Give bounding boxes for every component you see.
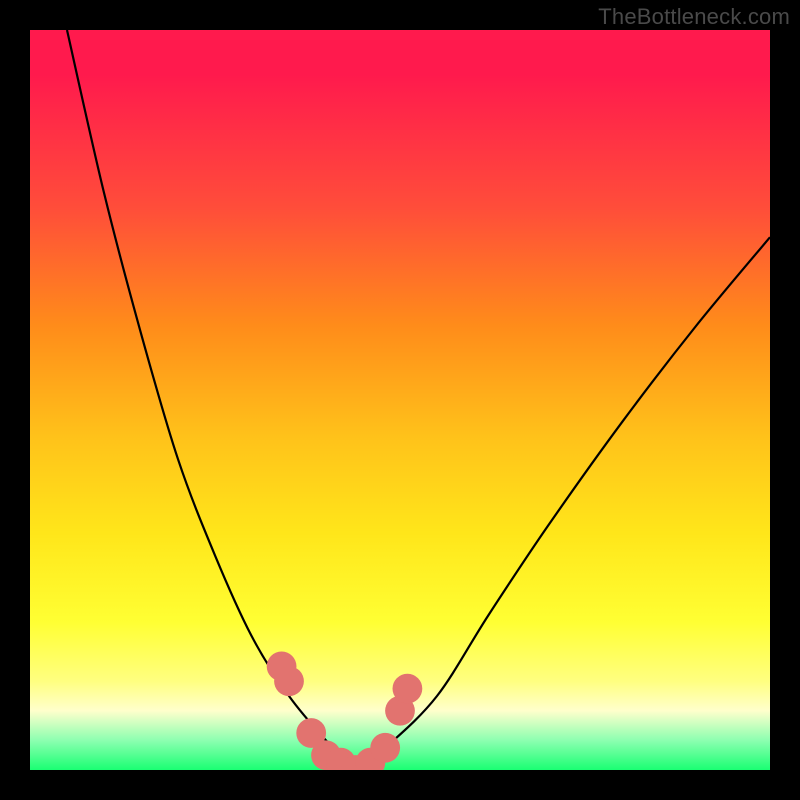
watermark-text: TheBottleneck.com	[598, 4, 790, 30]
highlight-dots	[267, 652, 423, 770]
highlight-dot	[370, 733, 400, 763]
highlight-dot	[274, 666, 304, 696]
chart-frame: TheBottleneck.com	[0, 0, 800, 800]
left-curve	[67, 30, 356, 770]
highlight-dot	[393, 674, 423, 704]
curve-layer	[30, 30, 770, 770]
plot-area	[30, 30, 770, 770]
